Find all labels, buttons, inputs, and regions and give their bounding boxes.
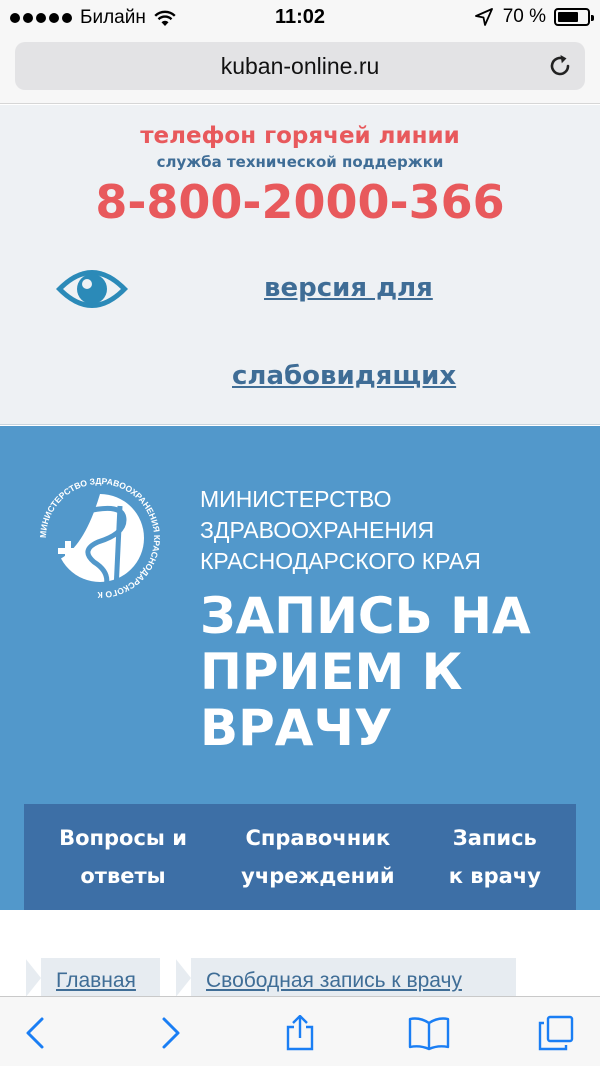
browser-chrome: kuban-online.ru	[0, 36, 600, 104]
low-vision-link-cont[interactable]: слабовидящих	[232, 361, 456, 391]
status-bar: Билайн 11:02 70 %	[0, 0, 600, 36]
nav-item-appointment[interactable]: Запись к врачу	[449, 819, 541, 895]
location-arrow-icon	[474, 8, 493, 26]
back-icon[interactable]	[18, 1015, 54, 1051]
main-nav: Вопросы и ответы Справочник учреждений Зап…	[24, 804, 576, 910]
breadcrumb-item-home[interactable]: Главная	[25, 958, 160, 996]
battery-level	[558, 12, 578, 22]
hotline-title: телефон горячей линии	[140, 123, 460, 149]
breadcrumb: Главная Свободная запись к врачу	[0, 910, 600, 996]
share-icon[interactable]	[282, 1015, 318, 1051]
address-bar[interactable]: kuban-online.ru	[15, 42, 585, 90]
hotline-subtitle: служба технической поддержки	[156, 153, 444, 171]
reload-icon[interactable]	[547, 53, 573, 79]
hotline-section: телефон горячей линии служба технической…	[0, 105, 600, 425]
ministry-logo: МИНИСТЕРСТВО ЗДРАВООХРАНЕНИЯ КРАСНОДАРСК…	[24, 462, 162, 600]
page-title: ЗАПИСЬ НА ПРИЕМ К ВРАЧУ	[200, 587, 531, 757]
hero-section: МИНИСТЕРСТВО ЗДРАВООХРАНЕНИЯ КРАСНОДАРСК…	[0, 426, 600, 910]
status-right: 70 %	[474, 6, 594, 28]
breadcrumb-item-free-appointment[interactable]: Свободная запись к врачу	[175, 958, 516, 996]
browser-toolbar	[0, 996, 600, 1066]
forward-icon[interactable]	[152, 1015, 188, 1051]
hotline-phone[interactable]: 8-800-2000-366	[0, 175, 600, 229]
low-vision-link[interactable]: версия для	[264, 273, 433, 303]
nav-item-directory[interactable]: Справочник учреждений	[241, 819, 394, 895]
ministry-name: МИНИСТЕРСТВО ЗДРАВООХРАНЕНИЯ КРАСНОДАРСК…	[200, 486, 481, 574]
battery-icon	[554, 8, 594, 26]
tabs-icon[interactable]	[536, 1015, 576, 1051]
eye-icon[interactable]	[54, 265, 130, 313]
bookmarks-icon[interactable]	[408, 1015, 450, 1051]
url-text: kuban-online.ru	[220, 53, 380, 79]
nav-item-faq[interactable]: Вопросы и ответы	[59, 819, 187, 895]
battery-percent: 70 %	[502, 6, 546, 27]
